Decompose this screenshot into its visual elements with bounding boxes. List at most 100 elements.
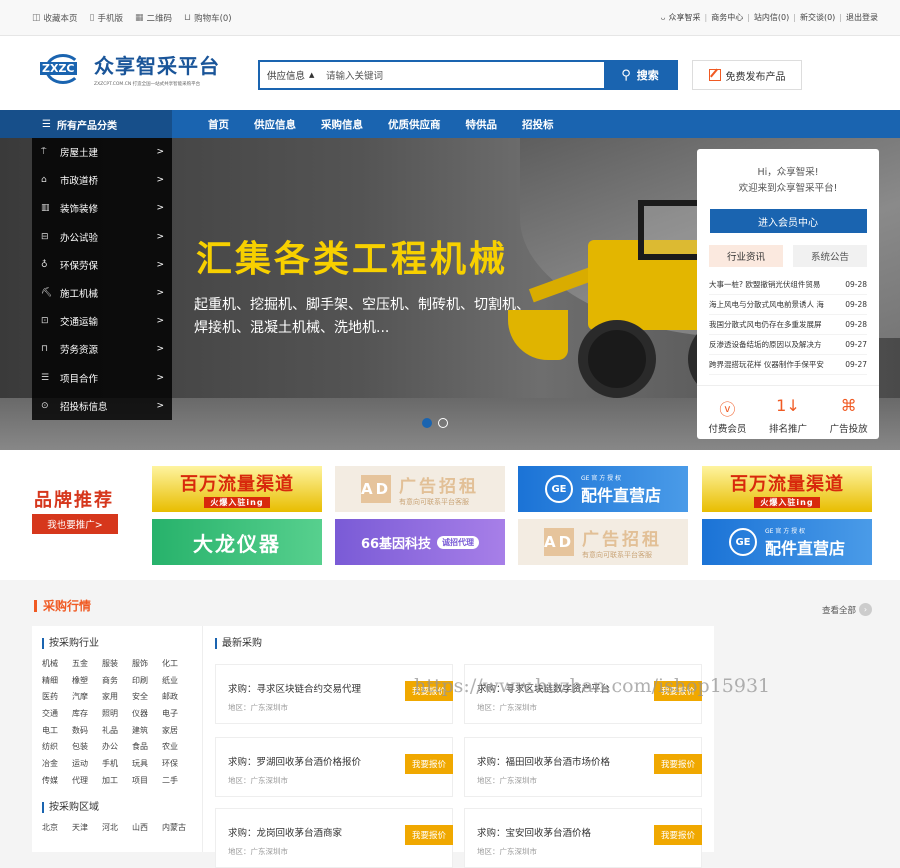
industry-link[interactable]: 加工 xyxy=(102,775,132,792)
industry-link[interactable]: 冶金 xyxy=(42,758,72,775)
industry-link[interactable]: 礼品 xyxy=(102,725,132,742)
news-item[interactable]: 大事一桩? 欧盟撤销光伏组件贸易 09-28 xyxy=(709,275,867,295)
brand-tile[interactable]: 大龙仪器 xyxy=(152,519,322,565)
industry-link[interactable]: 电工 xyxy=(42,725,72,742)
industry-link[interactable]: 交通 xyxy=(42,708,72,725)
search-button[interactable]: ⚲ 搜索 xyxy=(604,62,676,88)
topbar-right-link[interactable]: 退出登录 xyxy=(846,12,878,23)
category-item[interactable]: ⊡ 交通运输 > xyxy=(32,307,172,335)
region-link[interactable]: 天津 xyxy=(72,822,102,839)
category-item[interactable]: ⊙ 招投标信息 > xyxy=(32,392,172,420)
region-link[interactable]: 北京 xyxy=(42,822,72,839)
industry-link[interactable]: 库存 xyxy=(72,708,102,725)
industry-link[interactable]: 纸业 xyxy=(162,675,192,692)
purchase-title[interactable]: 求购：罗湖回收茅台酒价格报价 xyxy=(228,754,361,768)
industry-link[interactable]: 数码 xyxy=(72,725,102,742)
enter-member-center-button[interactable]: 进入会员中心 xyxy=(709,209,867,233)
nav-link[interactable]: 首页 xyxy=(208,117,229,132)
category-item[interactable]: ⊓ 劳务资源 > xyxy=(32,335,172,363)
region-link[interactable]: 内蒙古 xyxy=(162,822,192,839)
topbar-right-link[interactable]: 众享智采 xyxy=(669,12,701,23)
industry-link[interactable]: 手机 xyxy=(102,758,132,775)
nav-link[interactable]: 采购信息 xyxy=(321,117,363,132)
nav-link[interactable]: 招投标 xyxy=(522,117,554,132)
topbar-link-0[interactable]: ◫ 收藏本页 xyxy=(32,12,78,24)
tool-ads[interactable]: ⌘ 广告投放 xyxy=(830,396,868,435)
category-item[interactable]: ♁ 环保劳保 > xyxy=(32,251,172,279)
topbar-right-link[interactable]: 站内信(0) xyxy=(754,12,789,23)
site-logo[interactable]: ZXZC 众享智采平台 ZXZCPT.COM.CN 打造全国一站式共享智能采购平… xyxy=(40,50,220,87)
industry-link[interactable]: 传媒 xyxy=(42,775,72,792)
industry-link[interactable]: 橡塑 xyxy=(72,675,102,692)
tab-system-notice[interactable]: 系统公告 xyxy=(793,245,867,267)
quote-button[interactable]: 我要报价 xyxy=(654,825,702,845)
industry-link[interactable]: 家用 xyxy=(102,691,132,708)
industry-link[interactable]: 项目 xyxy=(132,775,162,792)
industry-link[interactable]: 五金 xyxy=(72,658,102,675)
nav-link[interactable]: 优质供应商 xyxy=(388,117,441,132)
news-item[interactable]: 跨界混搭玩花样 仪器制作手保平安 09-27 xyxy=(709,355,867,375)
brand-tile[interactable]: 66基因科技 诚招代理 xyxy=(335,519,505,565)
industry-link[interactable]: 照明 xyxy=(102,708,132,725)
news-item[interactable]: 我国分散式风电仍存在多重发展屏 09-28 xyxy=(709,315,867,335)
industry-link[interactable]: 精细 xyxy=(42,675,72,692)
industry-link[interactable]: 办公 xyxy=(102,741,132,758)
purchase-card[interactable]: 求购：罗湖回收茅台酒价格报价 地区：广东深圳市 我要报价 xyxy=(215,737,453,797)
industry-link[interactable]: 医药 xyxy=(42,691,72,708)
publish-product-button[interactable]: 免费发布产品 xyxy=(692,60,802,90)
purchase-card[interactable]: 求购：福田回收茅台酒市场价格 地区：广东深圳市 我要报价 xyxy=(464,737,702,797)
nav-link[interactable]: 供应信息 xyxy=(254,117,296,132)
brand-tile[interactable]: AD 广告招租 有意向可联系平台客服 xyxy=(335,466,505,512)
industry-link[interactable]: 纺织 xyxy=(42,741,72,758)
tool-rank[interactable]: 1↓ 排名推广 xyxy=(769,396,807,435)
industry-link[interactable]: 运动 xyxy=(72,758,102,775)
category-item[interactable]: ▥ 装饰装修 > xyxy=(32,194,172,222)
tool-vip[interactable]: ⓥ 付费会员 xyxy=(708,396,746,435)
industry-link[interactable]: 服装 xyxy=(102,658,132,675)
brand-tile[interactable]: AD 广告招租 有意向可联系平台客服 xyxy=(518,519,688,565)
industry-link[interactable]: 玩具 xyxy=(132,758,162,775)
promote-me-button[interactable]: 我也要推广> xyxy=(32,514,118,534)
quote-button[interactable]: 我要报价 xyxy=(405,825,453,845)
purchase-card[interactable]: 求购：龙岗回收茅台酒商家 地区：广东深圳市 我要报价 xyxy=(215,808,453,868)
brand-tile[interactable]: 百万流量渠道 火爆入驻ing xyxy=(152,466,322,512)
industry-link[interactable]: 服饰 xyxy=(132,658,162,675)
purchase-card[interactable]: 求购：宝安回收茅台酒价格 地区：广东深圳市 我要报价 xyxy=(464,808,702,868)
industry-link[interactable]: 化工 xyxy=(162,658,192,675)
carousel-dot[interactable] xyxy=(438,418,448,428)
industry-link[interactable]: 汽摩 xyxy=(72,691,102,708)
industry-link[interactable]: 印刷 xyxy=(132,675,162,692)
region-link[interactable]: 山西 xyxy=(132,822,162,839)
carousel-dot[interactable] xyxy=(422,418,432,428)
category-item[interactable]: ⛏ 施工机械 > xyxy=(32,279,172,307)
industry-link[interactable]: 环保 xyxy=(162,758,192,775)
industry-link[interactable]: 包装 xyxy=(72,741,102,758)
category-item[interactable]: ⊟ 办公试验 > xyxy=(32,223,172,251)
nav-link[interactable]: 特供品 xyxy=(466,117,498,132)
purchase-title[interactable]: 求购：龙岗回收茅台酒商家 xyxy=(228,825,342,839)
industry-link[interactable]: 仪器 xyxy=(132,708,162,725)
region-link[interactable]: 河北 xyxy=(102,822,132,839)
category-item[interactable]: ⍑ 房屋土建 > xyxy=(32,138,172,166)
news-item[interactable]: 海上风电与分散式风电前景诱人 海 09-28 xyxy=(709,295,867,315)
purchase-title[interactable]: 求购：寻求区块链合约交易代理 xyxy=(228,681,361,695)
topbar-right-link[interactable]: 新交谈(0) xyxy=(800,12,835,23)
industry-link[interactable]: 电子 xyxy=(162,708,192,725)
tab-industry-news[interactable]: 行业资讯 xyxy=(709,245,783,267)
industry-link[interactable]: 食品 xyxy=(132,741,162,758)
category-item[interactable]: ⌂ 市政道桥 > xyxy=(32,166,172,194)
industry-link[interactable]: 农业 xyxy=(162,741,192,758)
industry-link[interactable]: 安全 xyxy=(132,691,162,708)
industry-link[interactable]: 二手 xyxy=(162,775,192,792)
industry-link[interactable]: 代理 xyxy=(72,775,102,792)
quote-button[interactable]: 我要报价 xyxy=(405,754,453,774)
all-categories-button[interactable]: ☰ 所有产品分类 xyxy=(0,110,172,138)
purchase-title[interactable]: 求购：宝安回收茅台酒价格 xyxy=(477,825,591,839)
purchase-title[interactable]: 求购：福田回收茅台酒市场价格 xyxy=(477,754,610,768)
news-item[interactable]: 反渗透设备结垢的原因以及解决方 09-27 xyxy=(709,335,867,355)
quote-button[interactable]: 我要报价 xyxy=(654,754,702,774)
topbar-link-2[interactable]: ▦ 二维码 xyxy=(135,12,172,24)
topbar-link-1[interactable]: ▯ 手机版 xyxy=(90,12,123,24)
topbar-link-3[interactable]: ⊔ 购物车(0) xyxy=(184,12,232,24)
category-item[interactable]: ☰ 项目合作 > xyxy=(32,364,172,392)
